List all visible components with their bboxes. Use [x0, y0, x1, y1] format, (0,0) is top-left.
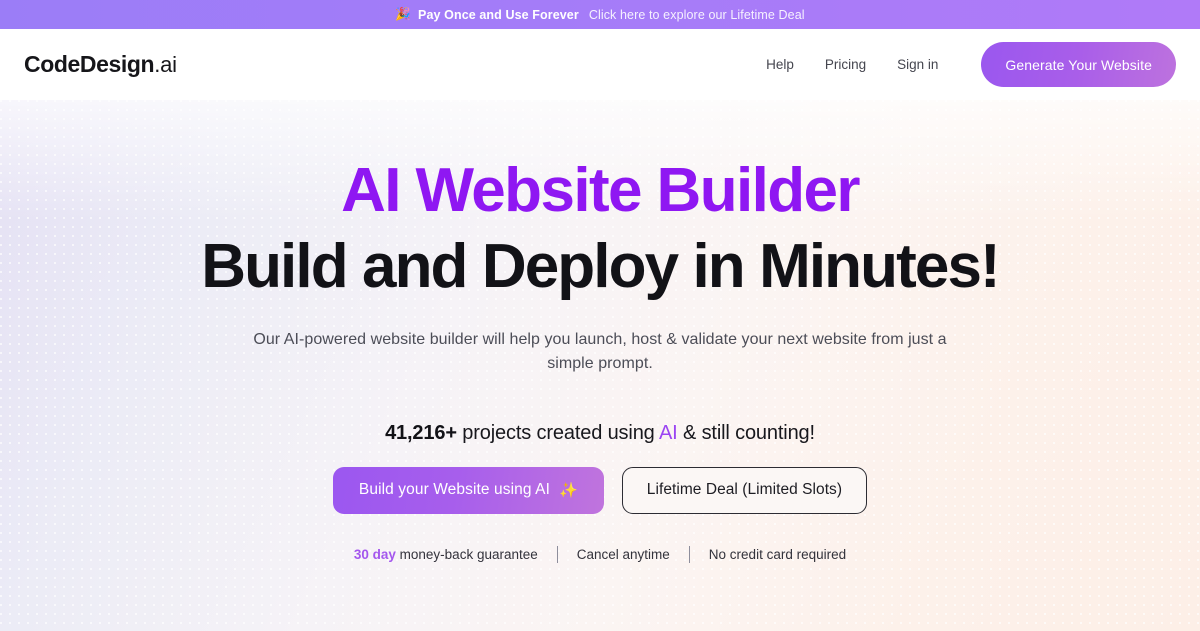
hero-title-line-2: Build and Deploy in Minutes!: [201, 232, 1000, 301]
trust-divider-1: [556, 545, 558, 563]
site-header: CodeDesign .ai Help Pricing Sign in Gene…: [0, 29, 1200, 100]
logo[interactable]: CodeDesign .ai: [24, 51, 177, 78]
trust-item-money-back: 30 day money-back guarantee: [354, 547, 538, 562]
hero-action-buttons: Build your Website using AI ✨ Lifetime D…: [0, 466, 1200, 514]
primary-navigation: Help Pricing Sign in Generate Your Websi…: [766, 42, 1176, 87]
sparkles-icon: ✨: [559, 481, 578, 499]
trust-accent-30-day: 30 day: [353, 546, 396, 562]
nav-item-help[interactable]: Help: [766, 57, 794, 72]
hero-section: AI Website Builder Build and Deploy in M…: [0, 100, 1200, 631]
landing-page: 🎉 Pay Once and Use Forever Click here to…: [0, 0, 1200, 631]
stats-text-after: & still counting!: [677, 421, 815, 444]
logo-main-text: CodeDesign: [24, 51, 155, 77]
trust-item-no-credit-card: No credit card required: [708, 546, 847, 562]
trust-divider-2: [688, 545, 690, 563]
projects-count: 41,216+: [385, 421, 457, 444]
logo-suffix-text: .ai: [154, 52, 177, 77]
promo-banner-link[interactable]: Click here to explore our Lifetime Deal: [589, 8, 805, 22]
nav-item-pricing[interactable]: Pricing: [825, 57, 866, 72]
build-website-button-label: Build your Website using AI: [358, 481, 551, 499]
trust-money-back-rest: money-back guarantee: [395, 546, 538, 562]
stats-ai-word: AI: [658, 421, 678, 444]
promo-banner[interactable]: 🎉 Pay Once and Use Forever Click here to…: [0, 0, 1200, 29]
lifetime-deal-button[interactable]: Lifetime Deal (Limited Slots): [621, 466, 868, 514]
build-website-button[interactable]: Build your Website using AI ✨: [332, 466, 604, 514]
trust-item-cancel-anytime: Cancel anytime: [576, 546, 670, 562]
hero-stats-line: 41,216+ projects created using AI & stil…: [0, 422, 1200, 445]
hero-title-line-1: AI Website Builder: [341, 156, 860, 225]
hero-subtitle: Our AI-powered website builder will help…: [253, 331, 947, 373]
trust-indicators: 30 day money-back guarantee Cancel anyti…: [0, 545, 1200, 563]
generate-your-website-button[interactable]: Generate Your Website: [981, 42, 1176, 87]
promo-banner-text: Pay Once and Use Forever: [418, 7, 579, 22]
party-popper-icon: 🎉: [395, 7, 412, 22]
nav-item-sign-in[interactable]: Sign in: [897, 57, 938, 72]
hero-content: AI Website Builder Build and Deploy in M…: [0, 100, 1200, 563]
stats-text-before: projects created using: [456, 421, 659, 444]
